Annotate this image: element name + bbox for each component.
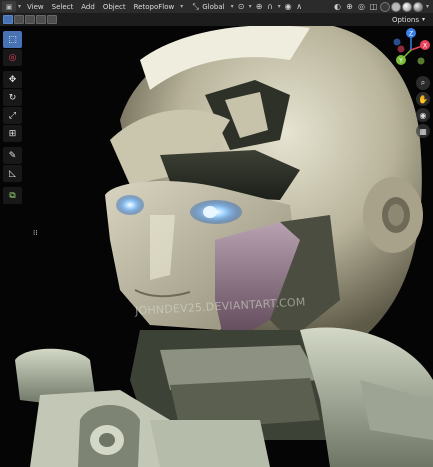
menu-object[interactable]: Object	[99, 0, 130, 13]
toolbar-grip-icon[interactable]: ⁞⁞	[33, 229, 41, 238]
menu-add[interactable]: Add	[77, 0, 99, 13]
solid-shading-icon[interactable]	[390, 1, 401, 12]
gizmo-y-label: Y	[398, 58, 403, 65]
overlay-toggle-icon[interactable]: ◎	[357, 2, 366, 11]
robot-head-render	[0, 26, 433, 467]
options-dropdown[interactable]: Options ▾	[385, 14, 431, 25]
navigation-gizmo[interactable]: Z X Y	[391, 27, 431, 73]
select-invert-icon[interactable]	[36, 15, 46, 24]
xray-icon[interactable]: ◫	[369, 2, 378, 11]
pivot-point-icon[interactable]: ⊙	[237, 2, 246, 11]
shading-controls: ◐ ⊕ ◎ ◫ ▾	[332, 0, 433, 13]
chevron-down-icon: ▾	[421, 16, 425, 23]
annotate-icon[interactable]: ✎	[3, 147, 22, 164]
object-mode-icon[interactable]: ▣	[2, 1, 16, 12]
select-new-icon[interactable]	[3, 15, 13, 24]
scale-icon[interactable]: ⤢	[3, 107, 22, 124]
snap-magnet-icon[interactable]: ∩	[266, 2, 275, 11]
options-label: Options	[391, 15, 419, 24]
material-shading-icon[interactable]	[401, 1, 412, 12]
chevron-down-icon[interactable]: ▾	[424, 3, 431, 10]
select-extend-icon[interactable]	[14, 15, 24, 24]
rotate-icon[interactable]: ↻	[3, 89, 22, 106]
proportional-falloff-icon[interactable]: ∧	[295, 2, 304, 11]
measure-icon[interactable]: ◺	[3, 165, 22, 182]
chevron-down-icon[interactable]: ▾	[247, 3, 254, 10]
chevron-down-icon[interactable]: ▾	[229, 3, 236, 10]
perspective-grid-icon[interactable]: ▦	[416, 124, 430, 138]
camera-icon[interactable]: ◉	[416, 108, 430, 122]
transform-orientation-icon: ⤡	[192, 1, 199, 11]
gizmo-x-label: X	[423, 43, 427, 50]
select-intersect-icon[interactable]	[47, 15, 57, 24]
pan-hand-icon[interactable]: ✋	[416, 92, 430, 106]
rendered-shading-icon[interactable]	[412, 1, 423, 12]
tool-settings-bar: Options ▾	[0, 13, 433, 26]
snap-icon[interactable]: ⊕	[255, 2, 264, 11]
transform-orientation-dropdown[interactable]: Global	[201, 0, 228, 13]
zoom-icon[interactable]: ⌕	[416, 76, 430, 90]
select-subtract-icon[interactable]	[25, 15, 35, 24]
gizmo-z-label: Z	[409, 31, 413, 38]
viewport-header: ▣ ▾ View Select Add Object RetopoFlow ▾ …	[0, 0, 433, 13]
add-cube-icon[interactable]: ⧉	[3, 187, 22, 204]
menu-retopoflow[interactable]: RetopoFlow	[130, 0, 179, 13]
transform-icon[interactable]: ⊞	[3, 125, 22, 142]
menu-select[interactable]: Select	[48, 0, 78, 13]
tool-shelf: ⬚ ◎ ✥ ↻ ⤢ ⊞ ✎ ◺ ⧉	[3, 31, 24, 204]
3d-viewport[interactable]: JOHNDEV25.DEVIANTART.COM	[0, 26, 433, 467]
chevron-down-icon[interactable]: ▾	[16, 3, 23, 10]
cursor-icon[interactable]: ◎	[3, 49, 22, 66]
menu-view[interactable]: View	[23, 0, 48, 13]
proportional-edit-icon[interactable]: ◉	[284, 2, 293, 11]
chevron-down-icon[interactable]: ▾	[276, 3, 283, 10]
move-icon[interactable]: ✥	[3, 71, 22, 88]
chevron-down-icon[interactable]: ▾	[178, 3, 185, 10]
wireframe-shading-icon[interactable]	[379, 1, 390, 12]
visibility-icon[interactable]: ◐	[333, 2, 342, 11]
select-box-icon[interactable]: ⬚	[3, 31, 22, 48]
gizmo-toggle-icon[interactable]: ⊕	[345, 2, 354, 11]
